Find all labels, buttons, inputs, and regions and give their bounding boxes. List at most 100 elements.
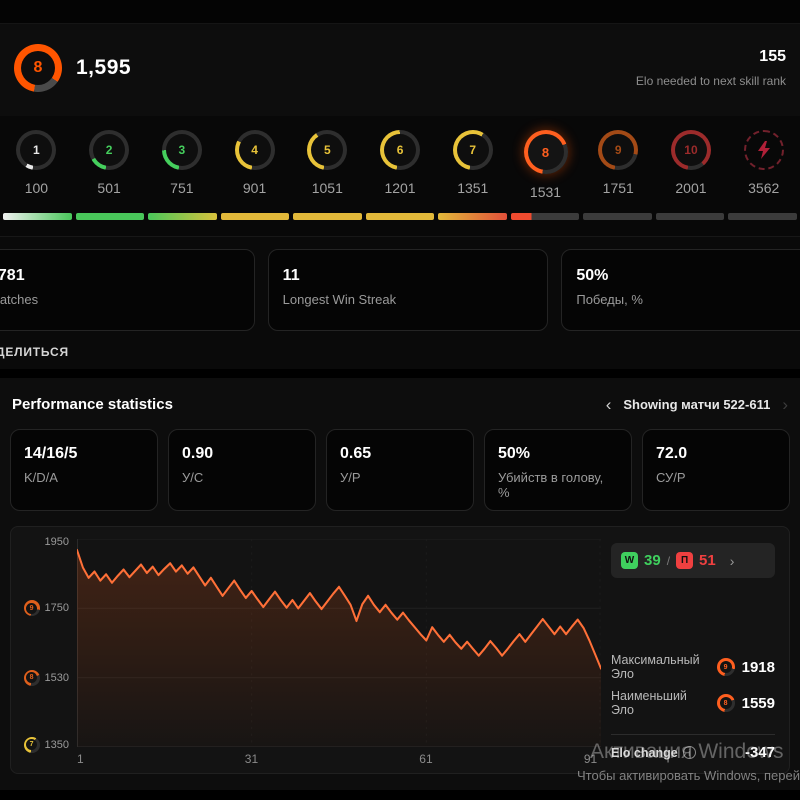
elo-change-label: Elo change bbox=[611, 746, 678, 760]
y-tick-1350: 71350 bbox=[24, 737, 69, 753]
stat-card-value: 11 bbox=[283, 267, 534, 285]
stat-card-label: СУ/Р bbox=[656, 470, 776, 485]
pager-prev-chevron-icon[interactable]: ‹ bbox=[606, 396, 612, 413]
elo-change-value: -347 bbox=[745, 744, 775, 761]
summary-cards: 1781 Matches 11 Longest Win Streak 50%Победы… bbox=[0, 249, 800, 331]
skill-level-number: 8 bbox=[21, 51, 55, 85]
progress-segment-10 bbox=[656, 213, 725, 220]
y-tick-1950: 1950 bbox=[45, 536, 69, 548]
current-elo-value: 1,595 bbox=[76, 56, 131, 80]
win-loss-pill[interactable]: W 39 / П 51 › bbox=[611, 543, 775, 578]
progress-segment-8 bbox=[511, 213, 580, 220]
level-6-gauge-icon: 6 bbox=[380, 130, 420, 170]
pager-next-chevron-icon[interactable]: › bbox=[782, 396, 788, 413]
elo-progress-bar bbox=[0, 213, 800, 220]
pill-chevron-icon: › bbox=[730, 553, 735, 569]
stat-card-label: Longest Win Streak bbox=[283, 292, 534, 307]
stat-card-label: Убийств в голову, % bbox=[498, 470, 618, 500]
ladder-elo-threshold: 2001 bbox=[675, 180, 706, 196]
ladder-elo-threshold: 100 bbox=[25, 180, 48, 196]
elo-to-next-rank-value: 155 bbox=[636, 48, 786, 66]
stat-card-value: 0.65 bbox=[340, 445, 460, 463]
skill-level-8-gauge-icon: 8 bbox=[14, 44, 62, 92]
ladder-level-1: 1 100 bbox=[0, 130, 73, 200]
ladder-level-2: 2501 bbox=[73, 130, 146, 200]
chart-y-axis: 1950917508153071350 bbox=[15, 539, 77, 747]
progress-segment-11 bbox=[728, 213, 797, 220]
y-tick-1750: 91750 bbox=[24, 600, 69, 616]
level-5-gauge-icon: 5 bbox=[307, 130, 347, 170]
stat-card: 11 Longest Win Streak bbox=[268, 249, 549, 331]
side-stat-label: Максимальный Эло bbox=[611, 653, 710, 681]
ladder-level-9: 9 1751 bbox=[582, 130, 655, 200]
x-tick-61: 61 bbox=[419, 752, 432, 766]
progress-segment-5 bbox=[293, 213, 362, 220]
performance-panel: Performance statistics ‹ Showing матчи 5… bbox=[0, 378, 800, 790]
level-9-gauge-icon: 9 bbox=[598, 130, 638, 170]
level-3-gauge-icon: 3 bbox=[162, 130, 202, 170]
win-loss-separator: / bbox=[667, 554, 670, 568]
pager-label: Showing матчи 522-611 bbox=[623, 397, 770, 412]
side-panel-divider bbox=[611, 734, 775, 735]
stat-card-label: Победы, % bbox=[576, 292, 800, 307]
match-range-pager: ‹ Showing матчи 522-611 › bbox=[606, 396, 788, 413]
ladder-level-4: 4901 bbox=[218, 130, 291, 200]
ladder-level-6: 6 1201 bbox=[364, 130, 437, 200]
y-tick-1530: 81530 bbox=[24, 670, 69, 686]
x-tick-1: 1 bbox=[77, 752, 84, 766]
stat-card: 72.0СУ/Р bbox=[642, 429, 790, 511]
stat-card: 50%Победы, % bbox=[561, 249, 800, 331]
win-badge: W bbox=[621, 552, 638, 569]
window-top-strip bbox=[0, 0, 800, 24]
side-stat-value: 1918 bbox=[742, 659, 775, 676]
summary-section: 1781 Matches 11 Longest Win Streak 50%Победы… bbox=[0, 236, 800, 369]
stat-card: 1781 Matches bbox=[0, 249, 255, 331]
ladder-elo-threshold: 751 bbox=[170, 180, 193, 196]
ladder-elo-threshold: 1201 bbox=[384, 180, 415, 196]
progress-segment-4 bbox=[221, 213, 290, 220]
ladder-elo-threshold: 1351 bbox=[457, 180, 488, 196]
level-8-gauge-icon: 8 bbox=[524, 130, 568, 174]
info-icon[interactable]: i bbox=[683, 746, 696, 759]
skill-ladder: 1100250137514901510516120171351815319175… bbox=[0, 116, 800, 236]
elo-change-row: Elo change i -347 bbox=[611, 744, 775, 761]
stat-card-label: Matches bbox=[0, 292, 240, 307]
level-8-gauge-icon: 8 bbox=[24, 670, 40, 686]
elo-history-chart[interactable] bbox=[77, 539, 601, 747]
stat-card-value: 14/16/5 bbox=[24, 445, 144, 463]
stat-card: 14/16/5K/D/A bbox=[10, 429, 158, 511]
ladder-level-8: 81531 bbox=[509, 130, 582, 200]
ladder-level-10: 10 2001 bbox=[655, 130, 728, 200]
level-8-gauge-icon: 8 bbox=[717, 694, 735, 712]
performance-title: Performance statistics bbox=[12, 396, 173, 413]
side-stat-row: Максимальный Эло91918 bbox=[611, 653, 775, 681]
stat-card: 0.65У/Р bbox=[326, 429, 474, 511]
progress-segment-7 bbox=[438, 213, 507, 220]
stat-card: 0.90 У/С bbox=[168, 429, 316, 511]
elo-header: 8 1,595 155 Elo needed to next skill ran… bbox=[0, 24, 800, 116]
level-2-gauge-icon: 2 bbox=[89, 130, 129, 170]
stat-card: 50%Убийств в голову, % bbox=[484, 429, 632, 511]
level-10-gauge-icon: 10 bbox=[671, 130, 711, 170]
stat-card-value: 1781 bbox=[0, 267, 240, 285]
elo-to-next-rank-label: Elo needed to next skill rank bbox=[636, 74, 786, 88]
stat-card-value: 0.90 bbox=[182, 445, 302, 463]
level-1-gauge-icon: 1 bbox=[16, 130, 56, 170]
losses-count: 51 bbox=[699, 552, 716, 569]
progress-segment-2 bbox=[76, 213, 145, 220]
chart-side-panel: W 39 / П 51 › Максимальный Эло91918 Наиме… bbox=[601, 539, 781, 769]
progress-segment-9 bbox=[583, 213, 652, 220]
ladder-level-7: 71351 bbox=[436, 130, 509, 200]
challenger-wreath-icon bbox=[744, 130, 784, 170]
side-stat-label: Наименьший Эло bbox=[611, 689, 710, 717]
chart-x-axis: 1316191 bbox=[77, 747, 601, 769]
ladder-level-challenger: 3562 bbox=[727, 130, 800, 200]
share-button[interactable]: ДЕЛИТЬСЯ bbox=[0, 345, 69, 359]
ladder-elo-threshold: 1751 bbox=[603, 180, 634, 196]
side-stat-value: 1559 bbox=[742, 695, 775, 712]
elo-history-card: 1950917508153071350 1316191 W 39 / П 51 … bbox=[10, 526, 790, 774]
loss-badge: П bbox=[676, 552, 693, 569]
skill-ladder-row: 1100250137514901510516120171351815319175… bbox=[0, 130, 800, 200]
stat-card-label: У/С bbox=[182, 470, 302, 485]
x-tick-91: 91 bbox=[584, 752, 597, 766]
